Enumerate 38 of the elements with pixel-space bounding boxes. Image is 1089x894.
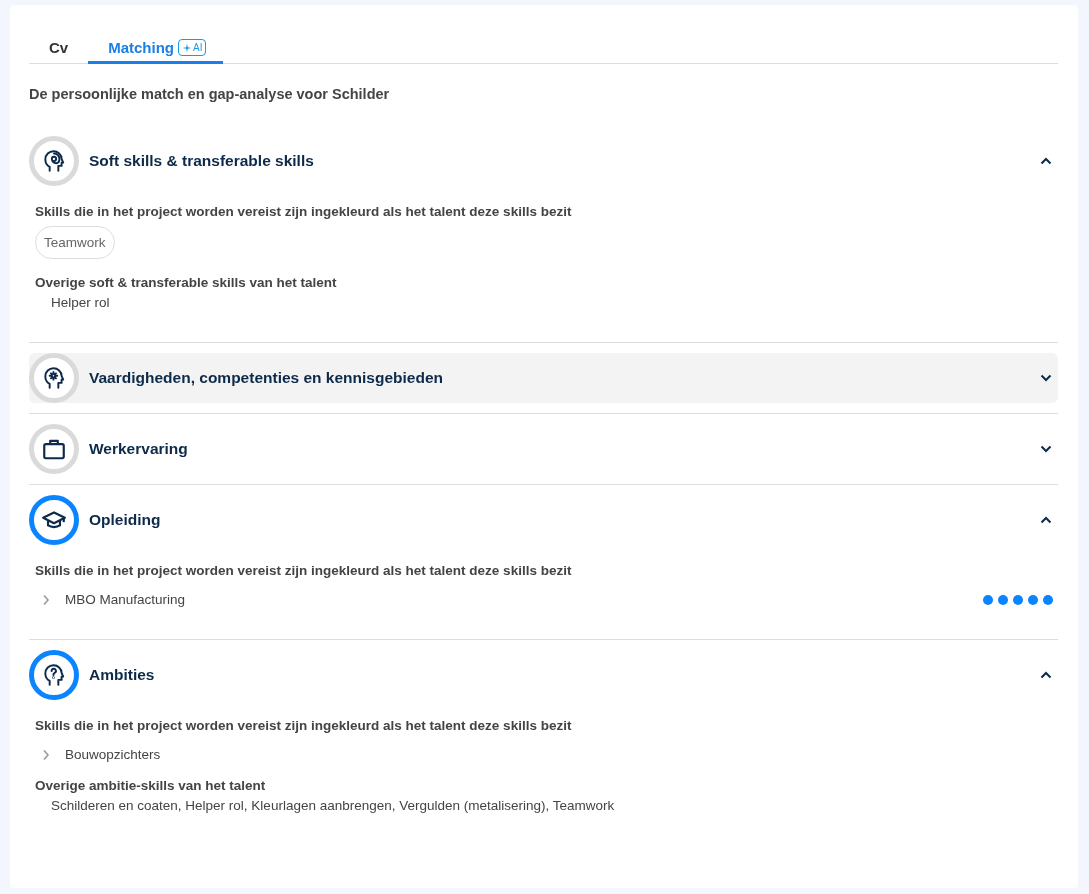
chevron-up-icon — [1040, 671, 1052, 679]
section-title: Soft skills & transferable skills — [89, 152, 315, 170]
chevron-up-icon — [1040, 516, 1052, 524]
section-title: Vaardigheden, competenties en kennisgebieden — [89, 369, 445, 387]
rating-dot — [1043, 594, 1053, 605]
section-header[interactable]: Ambities — [29, 650, 1058, 700]
skill-list-text: Helper rol — [51, 295, 111, 310]
chevron-right-icon[interactable] — [42, 593, 50, 606]
section-title: Opleiding — [89, 511, 162, 529]
section-title: Werkervaring — [89, 440, 189, 458]
group-label: Skills die in het project worden vereist zijn ingekleurd als het talent deze skills bezit — [35, 718, 573, 733]
tree-item-label: MBO Manufacturing — [65, 592, 187, 607]
tab[interactable]: Matching AI — [88, 35, 224, 64]
tree-item-label: Bouwopzichters — [65, 747, 162, 762]
section-header[interactable]: Opleiding — [29, 495, 1058, 545]
group-label: Skills die in het project worden vereist zijn ingekleurd als het talent deze skills bezit — [35, 563, 573, 578]
rating-dot — [1028, 594, 1038, 605]
chevron-right-icon[interactable] — [42, 748, 50, 761]
rating-dot — [983, 594, 993, 605]
section-title: Ambities — [89, 666, 156, 684]
section-header[interactable]: Werkervaring — [29, 424, 1058, 474]
chevron-up-icon — [1040, 157, 1052, 165]
head-gear-icon — [41, 365, 67, 391]
rating-dot — [998, 594, 1008, 605]
head-spiral-icon — [41, 148, 67, 174]
chevron-down-icon — [1040, 445, 1052, 453]
group-label: Skills die in het project worden vereist zijn ingekleurd als het talent deze skills bezit — [35, 204, 573, 219]
tab[interactable]: Cv — [29, 35, 89, 64]
rating-dot — [1013, 594, 1023, 605]
ai-label: AI — [193, 42, 203, 53]
chevron-down-icon — [1040, 374, 1052, 382]
section-header[interactable]: Soft skills & transferable skills — [29, 136, 1058, 186]
head-question-icon — [41, 662, 67, 688]
skill-list-text: Schilderen en coaten, Helper rol, Kleurlagen aanbrengen, Vergulden (metalisering), Teamwork — [51, 798, 616, 813]
page-heading: De persoonlijke match en gap-analyse voor Schilder — [29, 86, 391, 102]
group-label: Overige soft & transferable skills van het talent — [35, 275, 338, 290]
group-label: Overige ambitie-skills van het talent — [35, 778, 267, 793]
section-header[interactable]: Vaardigheden, competenties en kennisgebieden — [29, 353, 1058, 403]
